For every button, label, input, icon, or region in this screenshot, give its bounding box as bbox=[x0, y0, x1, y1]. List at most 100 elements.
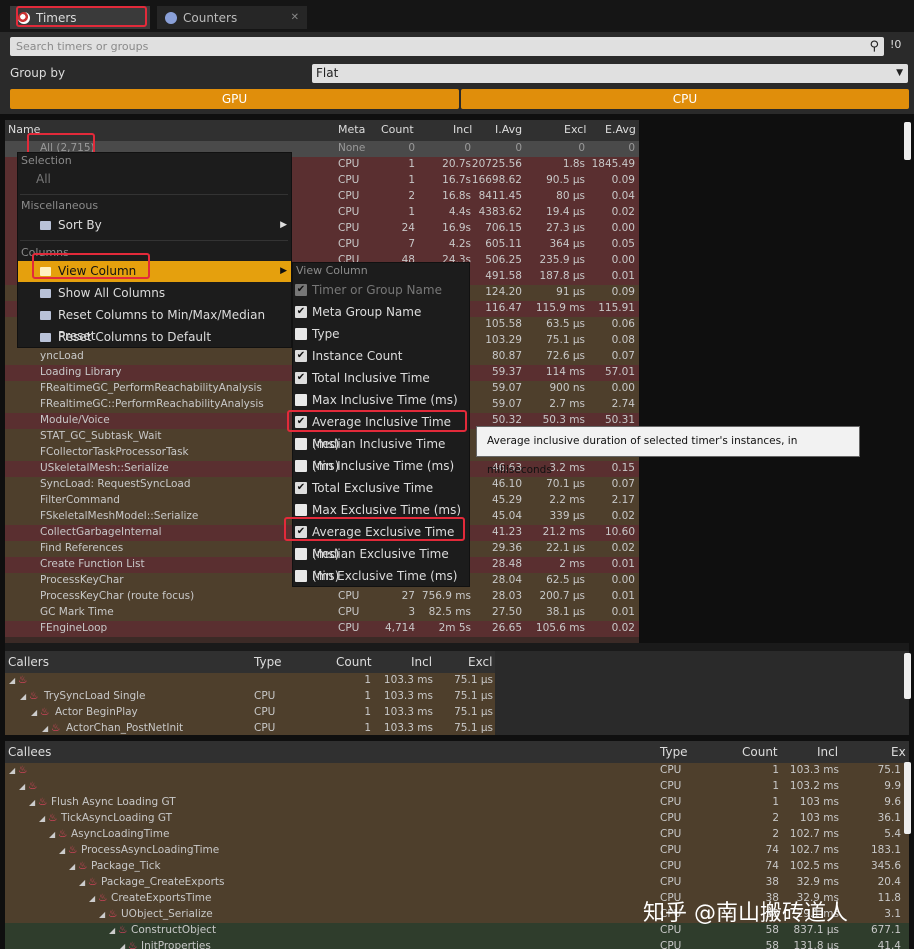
tab-counters-label: Counters bbox=[183, 10, 238, 25]
callers-col-incl[interactable]: Incl bbox=[411, 655, 432, 669]
list-item[interactable]: ◢ ♨ CPU 1 103.3 ms 75.1 bbox=[5, 763, 909, 779]
submenu-item[interactable]: Min Exclusive Time (ms) bbox=[293, 565, 469, 587]
submenu-item[interactable]: Max Inclusive Time (ms) bbox=[293, 389, 469, 411]
col-excl[interactable]: Excl bbox=[564, 123, 586, 136]
expand-arrow-icon[interactable]: ◢ bbox=[31, 708, 37, 717]
expand-arrow-icon[interactable]: ◢ bbox=[9, 766, 15, 775]
list-item[interactable]: ◢ ♨ Flush Async Loading GT CPU 1 103 ms 9.6 bbox=[5, 795, 909, 811]
checkbox-unchecked-icon[interactable] bbox=[295, 504, 307, 516]
cell-iavg: 59.37 bbox=[491, 366, 522, 378]
table-row[interactable]: ProcessKeyChar (route focus) CPU 27 756.9 m… bbox=[5, 589, 639, 605]
expand-arrow-icon[interactable]: ◢ bbox=[49, 830, 55, 839]
search-placeholder: Search timers or groups bbox=[16, 40, 149, 53]
search-icon[interactable]: ⚲ bbox=[869, 39, 879, 54]
checkbox-unchecked-icon[interactable] bbox=[295, 548, 307, 560]
callers-col-type[interactable]: Type bbox=[254, 655, 282, 669]
list-item[interactable]: ◢ ♨ ActorChan_PostNetInit CPU 1 103.3 ms 75.1 … bbox=[5, 721, 495, 735]
menu-item-all[interactable]: All bbox=[18, 169, 291, 190]
callees-col-name[interactable]: Callees bbox=[8, 745, 51, 759]
submenu-item[interactable]: ✔ Instance Count bbox=[293, 345, 469, 367]
expand-arrow-icon[interactable]: ◢ bbox=[9, 676, 15, 685]
checkbox-unchecked-icon[interactable] bbox=[295, 460, 307, 472]
expand-arrow-icon[interactable]: ◢ bbox=[89, 894, 95, 903]
checkbox-checked-icon[interactable]: ✔ bbox=[295, 350, 307, 362]
callee-excl: 5.4 bbox=[884, 828, 901, 840]
search-input[interactable]: Search timers or groups ⚲ bbox=[10, 37, 884, 56]
cell-iavg: 8411.45 bbox=[478, 190, 522, 202]
col-iavg[interactable]: I.Avg bbox=[495, 123, 522, 136]
list-item[interactable]: ◢ ♨ TickAsyncLoading GT CPU 2 103 ms 36.1 bbox=[5, 811, 909, 827]
col-meta[interactable]: Meta bbox=[338, 123, 365, 136]
checkbox-unchecked-icon[interactable] bbox=[295, 570, 307, 582]
callers-col-count[interactable]: Count bbox=[336, 655, 372, 669]
expand-arrow-icon[interactable]: ◢ bbox=[79, 878, 85, 887]
callers-scrollbar[interactable] bbox=[904, 653, 911, 699]
submenu-item[interactable]: Type bbox=[293, 323, 469, 345]
expand-arrow-icon[interactable]: ◢ bbox=[29, 798, 35, 807]
list-item[interactable]: ◢ ♨ InitProperties CPU 58 131.8 μs 41.4 bbox=[5, 939, 909, 949]
callees-col-incl[interactable]: Incl bbox=[817, 745, 838, 759]
expand-arrow-icon[interactable]: ◢ bbox=[39, 814, 45, 823]
checkbox-unchecked-icon[interactable] bbox=[295, 438, 307, 450]
table-row[interactable]: FEngineLoop CPU 4,714 2m 5s 26.65 105.6 ms 0.0… bbox=[5, 621, 639, 637]
cell-excl: 1.8s bbox=[562, 158, 585, 170]
cell-excl: 22.1 μs bbox=[546, 542, 585, 554]
group-by-select[interactable]: Flat ▼ bbox=[312, 64, 908, 83]
callees-col-type[interactable]: Type bbox=[660, 745, 688, 759]
cell-name: Find References bbox=[40, 542, 124, 554]
menu-item-sort-by[interactable]: Sort By ▶ bbox=[18, 215, 291, 236]
submenu-item[interactable]: ✔ Timer or Group Name bbox=[293, 279, 469, 301]
col-incl[interactable]: Incl bbox=[453, 123, 472, 136]
list-item[interactable]: ◢ ♨ ProcessAsyncLoadingTime CPU 74 102.7 ms 18… bbox=[5, 843, 909, 859]
list-item[interactable]: ◢ ♨ CPU 1 103.2 ms 9.9 bbox=[5, 779, 909, 795]
checkbox-checked-icon[interactable]: ✔ bbox=[295, 372, 307, 384]
submenu-item[interactable]: ✔ Meta Group Name bbox=[293, 301, 469, 323]
expand-arrow-icon[interactable]: ◢ bbox=[69, 862, 75, 871]
gpu-filter-button[interactable]: GPU bbox=[10, 89, 459, 109]
tab-counters[interactable]: Counters ✕ bbox=[157, 6, 307, 29]
expand-arrow-icon[interactable]: ◢ bbox=[99, 910, 105, 919]
expand-arrow-icon[interactable]: ◢ bbox=[20, 692, 26, 701]
table-row[interactable]: GC Mark Time CPU 3 82.5 ms 27.50 38.1 μs 0.01 bbox=[5, 605, 639, 621]
expand-arrow-icon[interactable]: ◢ bbox=[119, 942, 125, 949]
checkbox-unchecked-icon[interactable] bbox=[295, 394, 307, 406]
submenu-item[interactable]: Median Exclusive Time (ms) bbox=[293, 543, 469, 583]
callers-col-name[interactable]: Callers bbox=[8, 655, 49, 669]
list-item[interactable]: ◢ ♨ 1 103.3 ms 75.1 μs bbox=[5, 673, 495, 689]
splitter[interactable] bbox=[5, 643, 909, 651]
expand-arrow-icon[interactable]: ◢ bbox=[19, 782, 25, 791]
cell-eavg: 0.09 bbox=[611, 286, 635, 298]
callees-col-count[interactable]: Count bbox=[742, 745, 778, 759]
list-item[interactable]: ◢ ♨ Actor BeginPlay CPU 1 103.3 ms 75.1 μs bbox=[5, 705, 495, 721]
submenu-item[interactable]: Min Inclusive Time (ms) bbox=[293, 455, 469, 477]
list-item[interactable]: ◢ ♨ TrySyncLoad Single CPU 1 103.3 ms 75.1 μs bbox=[5, 689, 495, 705]
close-icon[interactable]: ✕ bbox=[291, 12, 299, 23]
cell-meta: CPU bbox=[338, 590, 360, 602]
callers-col-excl[interactable]: Excl bbox=[468, 655, 492, 669]
exclude-toggle[interactable]: !0 bbox=[890, 38, 901, 51]
checkbox-checked-icon[interactable]: ✔ bbox=[295, 306, 307, 318]
callees-scrollbar[interactable] bbox=[904, 762, 911, 834]
expand-arrow-icon[interactable]: ◢ bbox=[59, 846, 65, 855]
submenu-item[interactable]: ✔ Total Inclusive Time bbox=[293, 367, 469, 389]
menu-item-reset-default[interactable]: Reset Columns to Default bbox=[18, 327, 291, 348]
checkbox-checked-icon[interactable]: ✔ bbox=[295, 284, 307, 296]
col-eavg[interactable]: E.Avg bbox=[605, 123, 636, 136]
menu-item-reset-preset[interactable]: Reset Columns to Min/Max/Median Preset bbox=[18, 305, 291, 343]
cpu-filter-button[interactable]: CPU bbox=[461, 89, 909, 109]
list-item[interactable]: ◢ ♨ AsyncLoadingTime CPU 2 102.7 ms 5.4 bbox=[5, 827, 909, 843]
timers-scrollbar[interactable] bbox=[904, 122, 911, 160]
checkbox-checked-icon[interactable]: ✔ bbox=[295, 482, 307, 494]
list-item[interactable]: ◢ ♨ Package_Tick CPU 74 102.5 ms 345.6 bbox=[5, 859, 909, 875]
callees-col-excl[interactable]: Ex bbox=[891, 745, 906, 759]
expand-arrow-icon[interactable]: ◢ bbox=[109, 926, 115, 935]
expand-arrow-icon[interactable]: ◢ bbox=[42, 724, 48, 733]
checkbox-unchecked-icon[interactable] bbox=[295, 328, 307, 340]
callee-name: Package_Tick bbox=[91, 860, 161, 872]
submenu-item[interactable]: ✔ Total Exclusive Time bbox=[293, 477, 469, 499]
submenu-item[interactable]: Median Inclusive Time (ms) bbox=[293, 433, 469, 473]
cell-name: GC Mark Time bbox=[40, 606, 114, 618]
menu-item-show-all-columns[interactable]: Show All Columns bbox=[18, 283, 291, 304]
list-item[interactable]: ◢ ♨ Package_CreateExports CPU 38 32.9 ms 20.4 bbox=[5, 875, 909, 891]
col-count[interactable]: Count bbox=[381, 123, 414, 136]
